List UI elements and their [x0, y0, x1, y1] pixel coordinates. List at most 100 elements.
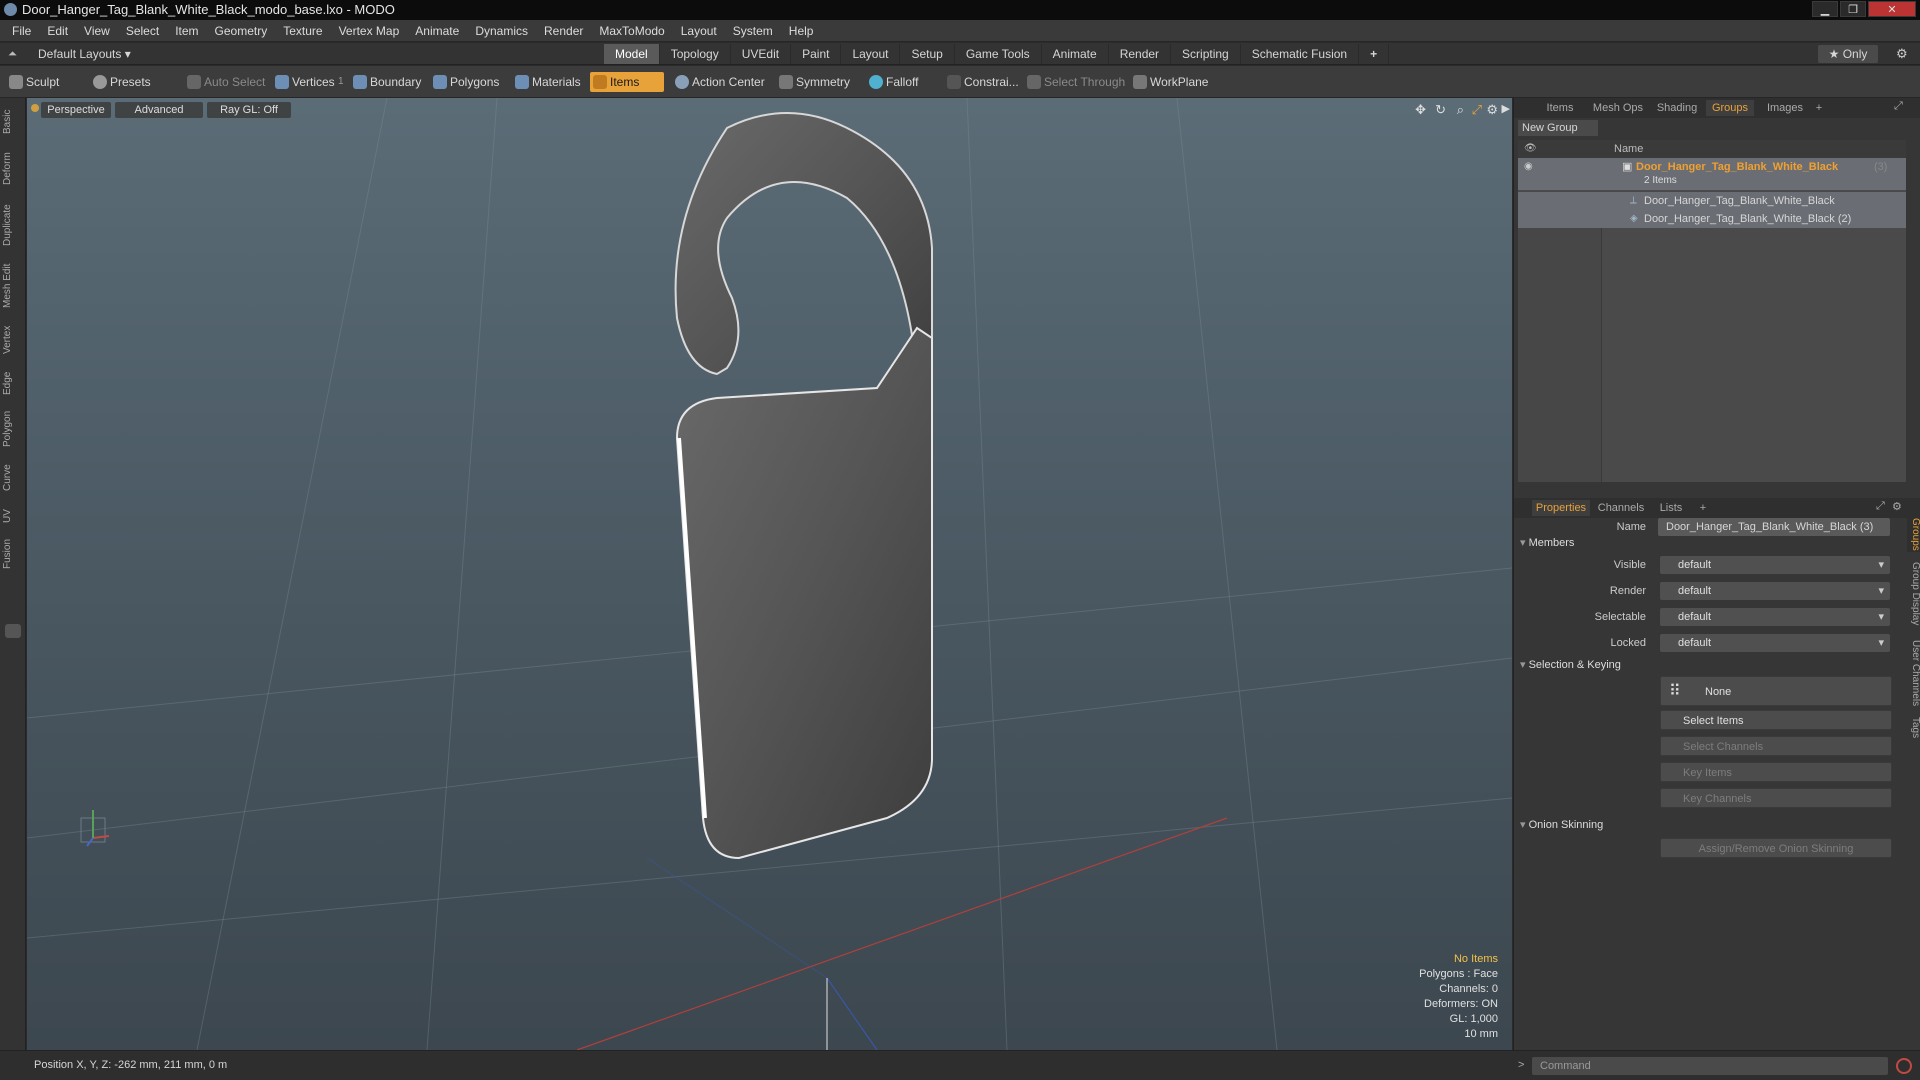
members-section-header[interactable]: ▾ Members	[1520, 534, 1908, 552]
menu-geometry[interactable]: Geometry	[207, 20, 276, 42]
viewport-settings-icon[interactable]: ⚙	[1486, 102, 1498, 118]
vtab-mesh-edit[interactable]: Mesh Edit	[2, 258, 24, 314]
menu-animate[interactable]: Animate	[407, 20, 467, 42]
items-button[interactable]: Items	[590, 72, 664, 92]
boundary-button[interactable]: Boundary	[350, 72, 427, 92]
side-tab-group-display[interactable]: Group Display	[1907, 556, 1920, 632]
workplane-button[interactable]: WorkPlane	[1130, 72, 1214, 92]
select-channels-button[interactable]: Select Channels	[1660, 736, 1892, 756]
none-button[interactable]: ⠿ None	[1660, 676, 1892, 706]
vtab-deform[interactable]: Deform	[2, 146, 24, 192]
tab-mesh-ops[interactable]: Mesh Ops	[1588, 100, 1648, 116]
maximize-button[interactable]: ❐	[1840, 1, 1866, 17]
shading-mode-button[interactable]: Advanced	[115, 102, 203, 118]
tab-channels[interactable]: Channels	[1594, 500, 1648, 516]
tab-items[interactable]: Items	[1536, 100, 1584, 116]
tab-animate[interactable]: Animate	[1042, 44, 1109, 64]
vtab-duplicate[interactable]: Duplicate	[2, 196, 24, 254]
group-visibility-icon[interactable]: ◉	[1524, 158, 1533, 176]
close-button[interactable]: ✕	[1868, 1, 1916, 17]
onion-skinning-button[interactable]: Assign/Remove Onion Skinning	[1660, 838, 1892, 858]
tab-shading[interactable]: Shading	[1652, 100, 1702, 116]
key-channels-button[interactable]: Key Channels	[1660, 788, 1892, 808]
group-member-name[interactable]: Door_Hanger_Tag_Blank_White_Black	[1644, 192, 1835, 210]
add-panel-tab-button[interactable]: +	[1812, 100, 1826, 116]
menu-view[interactable]: View	[76, 20, 118, 42]
onion-skinning-section-header[interactable]: ▾ Onion Skinning	[1520, 816, 1908, 834]
add-tab-button[interactable]: +	[1359, 44, 1390, 64]
group-row[interactable]: ◉ ▣ Door_Hanger_Tag_Blank_White_Black (3…	[1518, 158, 1906, 190]
polygons-button[interactable]: Polygons	[430, 72, 505, 92]
group-member-row[interactable]: ⟂ Door_Hanger_Tag_Blank_White_Black	[1518, 192, 1906, 210]
command-record-icon[interactable]	[1896, 1058, 1912, 1074]
tab-game-tools[interactable]: Game Tools	[955, 44, 1042, 64]
vtab-curve[interactable]: Curve	[2, 456, 24, 500]
3d-viewport[interactable]: Perspective Advanced Ray GL: Off ✥ ↻ ⌕ ⤢…	[27, 98, 1512, 1050]
tab-uvedit[interactable]: UVEdit	[731, 44, 792, 64]
menu-layout[interactable]: Layout	[673, 20, 725, 42]
properties-expand-icon[interactable]: ⤢	[1876, 500, 1885, 513]
tab-schematic-fusion[interactable]: Schematic Fusion	[1241, 44, 1360, 64]
panel-expand-icon[interactable]: ⤢	[1894, 100, 1903, 113]
group-member-row[interactable]: ◈ Door_Hanger_Tag_Blank_White_Black (2)	[1518, 210, 1906, 228]
tab-setup[interactable]: Setup	[900, 44, 955, 64]
falloff-button[interactable]: Falloff	[866, 72, 924, 92]
tab-render[interactable]: Render	[1109, 44, 1172, 64]
action-center-button[interactable]: Action Center	[672, 72, 771, 92]
side-tab-groups[interactable]: Groups	[1907, 516, 1920, 552]
menu-vertex-map[interactable]: Vertex Map	[331, 20, 408, 42]
panel-toggle-button[interactable]	[5, 624, 21, 638]
side-tab-user-channels[interactable]: User Channels	[1907, 636, 1920, 710]
group-member-name[interactable]: Door_Hanger_Tag_Blank_White_Black (2)	[1644, 210, 1851, 228]
select-through-button[interactable]: Select Through	[1024, 72, 1131, 92]
menu-help[interactable]: Help	[781, 20, 822, 42]
viewport-menu-icon[interactable]	[31, 104, 39, 112]
command-input[interactable]: Command	[1532, 1057, 1888, 1075]
tab-layout[interactable]: Layout	[841, 44, 901, 64]
vtab-polygon[interactable]: Polygon	[2, 404, 24, 454]
vtab-fusion[interactable]: Fusion	[2, 532, 24, 576]
vertices-button[interactable]: Vertices	[272, 72, 341, 92]
rotate-view-icon[interactable]: ↻	[1435, 102, 1446, 118]
only-button[interactable]: ★ Only	[1818, 45, 1878, 63]
menu-system[interactable]: System	[725, 20, 781, 42]
layout-collapse-icon[interactable]: ⏶	[8, 48, 17, 61]
door-hanger-body[interactable]	[675, 326, 933, 860]
move-view-icon[interactable]: ✥	[1415, 102, 1426, 118]
tab-model[interactable]: Model	[604, 44, 660, 64]
tab-images[interactable]: Images	[1760, 100, 1810, 116]
add-properties-tab-button[interactable]: +	[1696, 500, 1710, 516]
vtab-uv[interactable]: UV	[2, 502, 24, 530]
sculpt-button[interactable]: Sculpt	[6, 72, 65, 92]
tab-topology[interactable]: Topology	[660, 44, 731, 64]
visible-dropdown[interactable]: default	[1660, 556, 1890, 574]
zoom-view-icon[interactable]: ⌕	[1457, 102, 1464, 118]
selectable-dropdown[interactable]: default	[1660, 608, 1890, 626]
vtab-edge[interactable]: Edge	[2, 364, 24, 402]
key-items-button[interactable]: Key Items	[1660, 762, 1892, 782]
tab-properties[interactable]: Properties	[1532, 500, 1590, 516]
tab-scripting[interactable]: Scripting	[1171, 44, 1241, 64]
menu-select[interactable]: Select	[118, 20, 167, 42]
presets-button[interactable]: Presets	[90, 72, 157, 92]
view-mode-button[interactable]: Perspective	[41, 102, 111, 118]
layout-selector[interactable]: Default Layouts ▾	[38, 47, 131, 61]
symmetry-button[interactable]: Symmetry	[776, 72, 856, 92]
properties-gear-icon[interactable]: ⚙	[1892, 500, 1902, 513]
menu-texture[interactable]: Texture	[275, 20, 330, 42]
selection-keying-section-header[interactable]: ▾ Selection & Keying	[1520, 656, 1908, 674]
render-dropdown[interactable]: default	[1660, 582, 1890, 600]
name-column-header[interactable]: Name	[1614, 140, 1643, 158]
locked-dropdown[interactable]: default	[1660, 634, 1890, 652]
new-group-button[interactable]: New Group	[1518, 120, 1598, 136]
menu-render[interactable]: Render	[536, 20, 591, 42]
menu-maxtomodo[interactable]: MaxToModo	[591, 20, 672, 42]
materials-button[interactable]: Materials	[512, 72, 587, 92]
tab-paint[interactable]: Paint	[791, 44, 842, 64]
vtab-basic[interactable]: Basic	[2, 102, 24, 142]
constrain-button[interactable]: Constrai...	[944, 72, 1025, 92]
tab-lists[interactable]: Lists	[1652, 500, 1690, 516]
menu-file[interactable]: File	[4, 20, 39, 42]
menu-dynamics[interactable]: Dynamics	[467, 20, 536, 42]
fit-view-icon[interactable]: ⤢	[1472, 102, 1482, 118]
